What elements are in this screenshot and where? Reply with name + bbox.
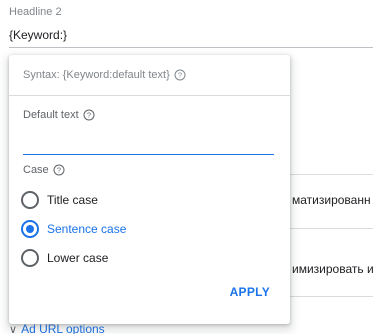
radio-sentence-case[interactable]: Sentence case (21, 219, 126, 239)
help-icon[interactable]: ? (53, 164, 65, 176)
radio-button[interactable] (21, 249, 39, 267)
help-icon[interactable]: ? (83, 109, 95, 121)
radio-lower-case[interactable]: Lower case (21, 248, 108, 268)
background-row-text: имизировать и (292, 262, 373, 276)
headline-2-value[interactable]: {Keyword:} (9, 28, 67, 42)
svg-text:?: ? (87, 111, 91, 120)
syntax-hint: Syntax: {Keyword:default text} ? (23, 69, 186, 81)
radio-button[interactable] (21, 191, 39, 209)
syntax-text: Syntax: {Keyword:default text} (23, 69, 170, 81)
default-text-label: Default text ? (23, 109, 95, 121)
apply-button[interactable]: APPLY (226, 281, 274, 303)
headline-2-label: Headline 2 (9, 6, 62, 18)
radio-label: Title case (47, 193, 98, 207)
default-text-label-text: Default text (23, 109, 79, 121)
radio-title-case[interactable]: Title case (21, 190, 98, 210)
keyword-insertion-popup: Syntax: {Keyword:default text} ? Default… (9, 55, 290, 324)
svg-text:?: ? (57, 166, 61, 175)
case-label-text: Case (23, 164, 49, 176)
default-text-input[interactable] (23, 127, 274, 155)
svg-text:?: ? (178, 71, 182, 80)
radio-button-selected[interactable] (21, 220, 39, 238)
background-row-text: матизированн (292, 193, 371, 207)
popup-divider (9, 95, 290, 96)
case-label: Case ? (23, 164, 65, 176)
radio-label: Lower case (47, 251, 109, 265)
divider (290, 174, 373, 175)
help-icon[interactable]: ? (174, 69, 186, 81)
radio-label: Sentence case (47, 222, 127, 236)
chevron-down-icon: ∨ (9, 324, 18, 334)
divider (290, 228, 373, 229)
divider (290, 296, 373, 297)
headline-2-underline (9, 47, 373, 48)
